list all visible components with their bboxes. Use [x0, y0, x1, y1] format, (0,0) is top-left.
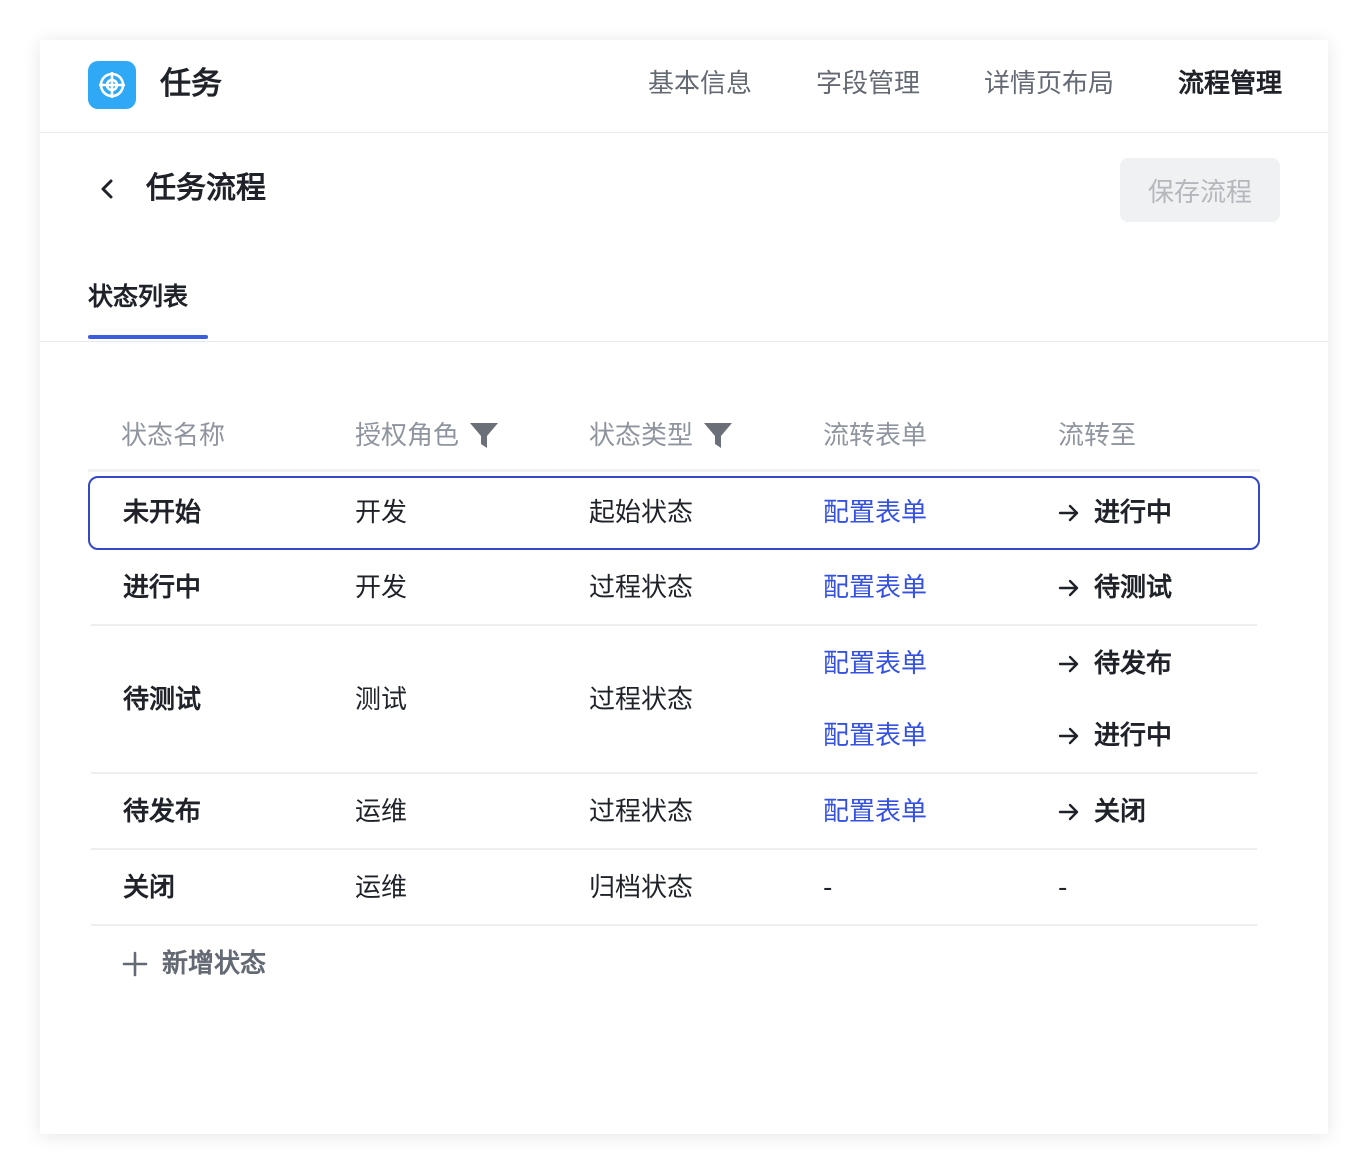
add-state-label: 新增状态: [162, 949, 267, 979]
header-state-name: 状态名称: [121, 421, 226, 451]
nav-workflow-management[interactable]: 流程管理: [1178, 66, 1282, 102]
table-row[interactable]: 待测试 测试 过程状态 配置表单 待发布 配置表单 进行中: [91, 626, 1257, 774]
state-table: 状态名称 授权角色 状态类型 流转表单 流转至 未开始 开发 起始状态 配置表单…: [88, 400, 1260, 926]
transition-target: 待测试: [1058, 570, 1172, 606]
state-type: 过程状态: [589, 797, 694, 827]
table-row[interactable]: 待发布 运维 过程状态 配置表单 关闭: [91, 774, 1257, 850]
tab-active-indicator: [88, 335, 208, 339]
arrow-right-icon: [1058, 579, 1079, 597]
arrow-right-icon: [1058, 727, 1079, 745]
configure-form-link[interactable]: 配置表单: [823, 794, 927, 830]
header-transition-target: 流转至: [1058, 421, 1137, 451]
state-type: 归档状态: [589, 873, 694, 903]
arrow-right-icon: [1058, 504, 1079, 522]
configure-form-link[interactable]: 配置表单: [823, 718, 927, 754]
state-name: 待发布: [123, 797, 202, 827]
back-icon[interactable]: [92, 174, 122, 204]
state-name: 未开始: [123, 498, 202, 528]
empty-form-placeholder: -: [823, 873, 833, 903]
state-role: 开发: [355, 498, 408, 528]
state-name: 待测试: [123, 685, 202, 715]
table-row[interactable]: 未开始 开发 起始状态 配置表单 进行中: [88, 476, 1260, 550]
configure-form-link[interactable]: 配置表单: [823, 646, 927, 682]
configure-form-link[interactable]: 配置表单: [823, 570, 927, 606]
add-state-button[interactable]: 新增状态: [122, 946, 266, 982]
state-type: 过程状态: [589, 573, 694, 603]
nav-detail-layout[interactable]: 详情页布局: [984, 66, 1114, 102]
transition-target: 待发布: [1058, 646, 1172, 682]
transition-target: 进行中: [1058, 495, 1172, 531]
tab-state-list[interactable]: 状态列表: [88, 280, 188, 314]
state-role: 开发: [355, 573, 408, 603]
state-type: 过程状态: [589, 685, 694, 715]
table-header: 状态名称 授权角色 状态类型 流转表单 流转至: [88, 400, 1260, 472]
top-nav: 基本信息 字段管理 详情页布局 流程管理: [584, 66, 1282, 102]
workflow-card: 任务 基本信息 字段管理 详情页布局 流程管理 任务流程 保存流程 状态列表 状…: [40, 40, 1328, 1134]
table-row[interactable]: 关闭 运维 归档状态 - -: [91, 850, 1257, 926]
table-row[interactable]: 进行中 开发 过程状态 配置表单 待测试: [91, 550, 1257, 626]
state-role: 测试: [355, 685, 408, 715]
header-transition-form: 流转表单: [823, 421, 928, 451]
arrow-right-icon: [1058, 655, 1079, 673]
header-state-type: 状态类型: [589, 418, 733, 454]
state-type: 起始状态: [589, 498, 694, 528]
empty-target-placeholder: -: [1058, 873, 1068, 903]
plus-icon: [122, 951, 148, 977]
app-title: 任务: [160, 66, 222, 102]
filter-icon[interactable]: [703, 422, 733, 450]
state-role: 运维: [355, 873, 408, 903]
filter-icon[interactable]: [469, 422, 499, 450]
tab-bar: 状态列表: [40, 268, 1328, 342]
page-title: 任务流程: [146, 171, 266, 206]
nav-field-management[interactable]: 字段管理: [816, 66, 920, 102]
state-name: 进行中: [123, 573, 202, 603]
configure-form-link[interactable]: 配置表单: [823, 495, 927, 531]
target-icon: [88, 61, 136, 109]
nav-basic-info[interactable]: 基本信息: [648, 66, 752, 102]
save-workflow-button[interactable]: 保存流程: [1120, 158, 1280, 222]
transition-target: 进行中: [1058, 718, 1172, 754]
arrow-right-icon: [1058, 803, 1079, 821]
header-role: 授权角色: [355, 418, 499, 454]
top-bar: 任务 基本信息 字段管理 详情页布局 流程管理: [40, 40, 1328, 133]
transition-target: 关闭: [1058, 794, 1146, 830]
state-name: 关闭: [123, 873, 176, 903]
state-role: 运维: [355, 797, 408, 827]
